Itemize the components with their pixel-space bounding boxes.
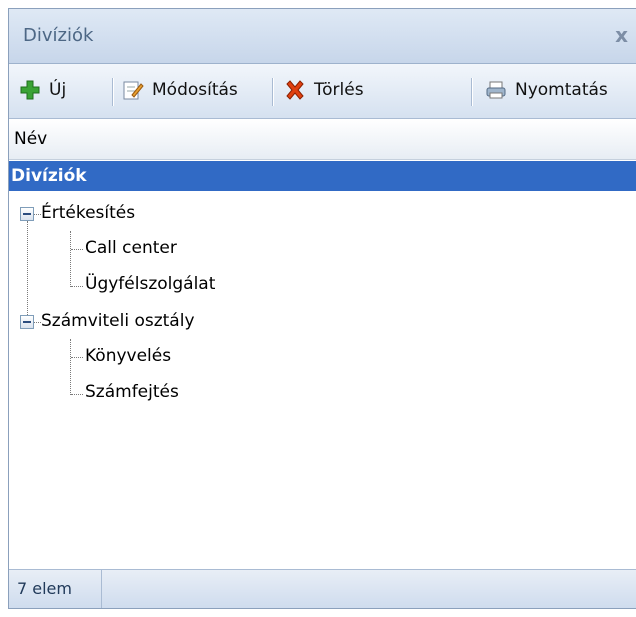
delete-label: Törlés: [314, 80, 364, 100]
status-cell: 7 elem: [9, 570, 102, 608]
column-header-label: Név: [14, 129, 48, 149]
status-bar: 7 elem: [9, 569, 636, 608]
printer-icon: [485, 79, 507, 101]
tree-node-leaf[interactable]: Számfejtés: [85, 382, 179, 402]
tree-connector: [34, 322, 41, 323]
tree-connector: [71, 249, 83, 250]
toolbar-separator: [272, 78, 274, 106]
toolbar: Új Módosítás Törlés Nyomtatás: [9, 64, 636, 119]
print-button[interactable]: Nyomtatás: [485, 75, 608, 105]
toolbar-separator: [112, 78, 114, 106]
tree-connector: [71, 357, 83, 358]
delete-x-icon: [284, 79, 306, 101]
new-button[interactable]: Új: [19, 75, 66, 105]
plus-icon: [19, 79, 41, 101]
item-count: 7 elem: [17, 579, 72, 598]
tree-connector: [34, 214, 41, 215]
column-header-name[interactable]: Név: [9, 119, 636, 160]
tree-connector: [70, 231, 71, 287]
tree-node-leaf[interactable]: Call center: [85, 238, 177, 258]
tree-node-leaf[interactable]: Ügyfélszolgálat: [85, 274, 215, 294]
tree-node-group[interactable]: Számviteli osztály: [41, 311, 195, 331]
edit-note-icon: [122, 79, 144, 101]
delete-button[interactable]: Törlés: [284, 75, 364, 105]
tree-root-label: Divíziók: [11, 166, 87, 186]
tree-connector: [71, 394, 83, 395]
tree-node-leaf[interactable]: Könyvelés: [85, 346, 171, 366]
window-title: Divíziók: [23, 25, 94, 46]
edit-label: Módosítás: [152, 80, 238, 100]
tree-connector: [71, 286, 83, 287]
tree-node-group[interactable]: Értékesítés: [41, 203, 135, 223]
new-label: Új: [49, 80, 67, 100]
title-bar: Divíziók x: [9, 9, 636, 64]
close-button[interactable]: x: [615, 23, 628, 47]
edit-button[interactable]: Módosítás: [122, 75, 238, 105]
collapse-icon[interactable]: [20, 315, 34, 329]
tree-connector: [70, 339, 71, 395]
collapse-icon[interactable]: [20, 207, 34, 221]
print-label: Nyomtatás: [515, 80, 608, 100]
tree-connector: [27, 221, 28, 321]
divisions-window: Divíziók x Új Módosítás Törlés Nyomtatás…: [8, 8, 636, 609]
tree-root-row[interactable]: Divíziók: [9, 161, 636, 191]
toolbar-separator: [471, 78, 473, 106]
